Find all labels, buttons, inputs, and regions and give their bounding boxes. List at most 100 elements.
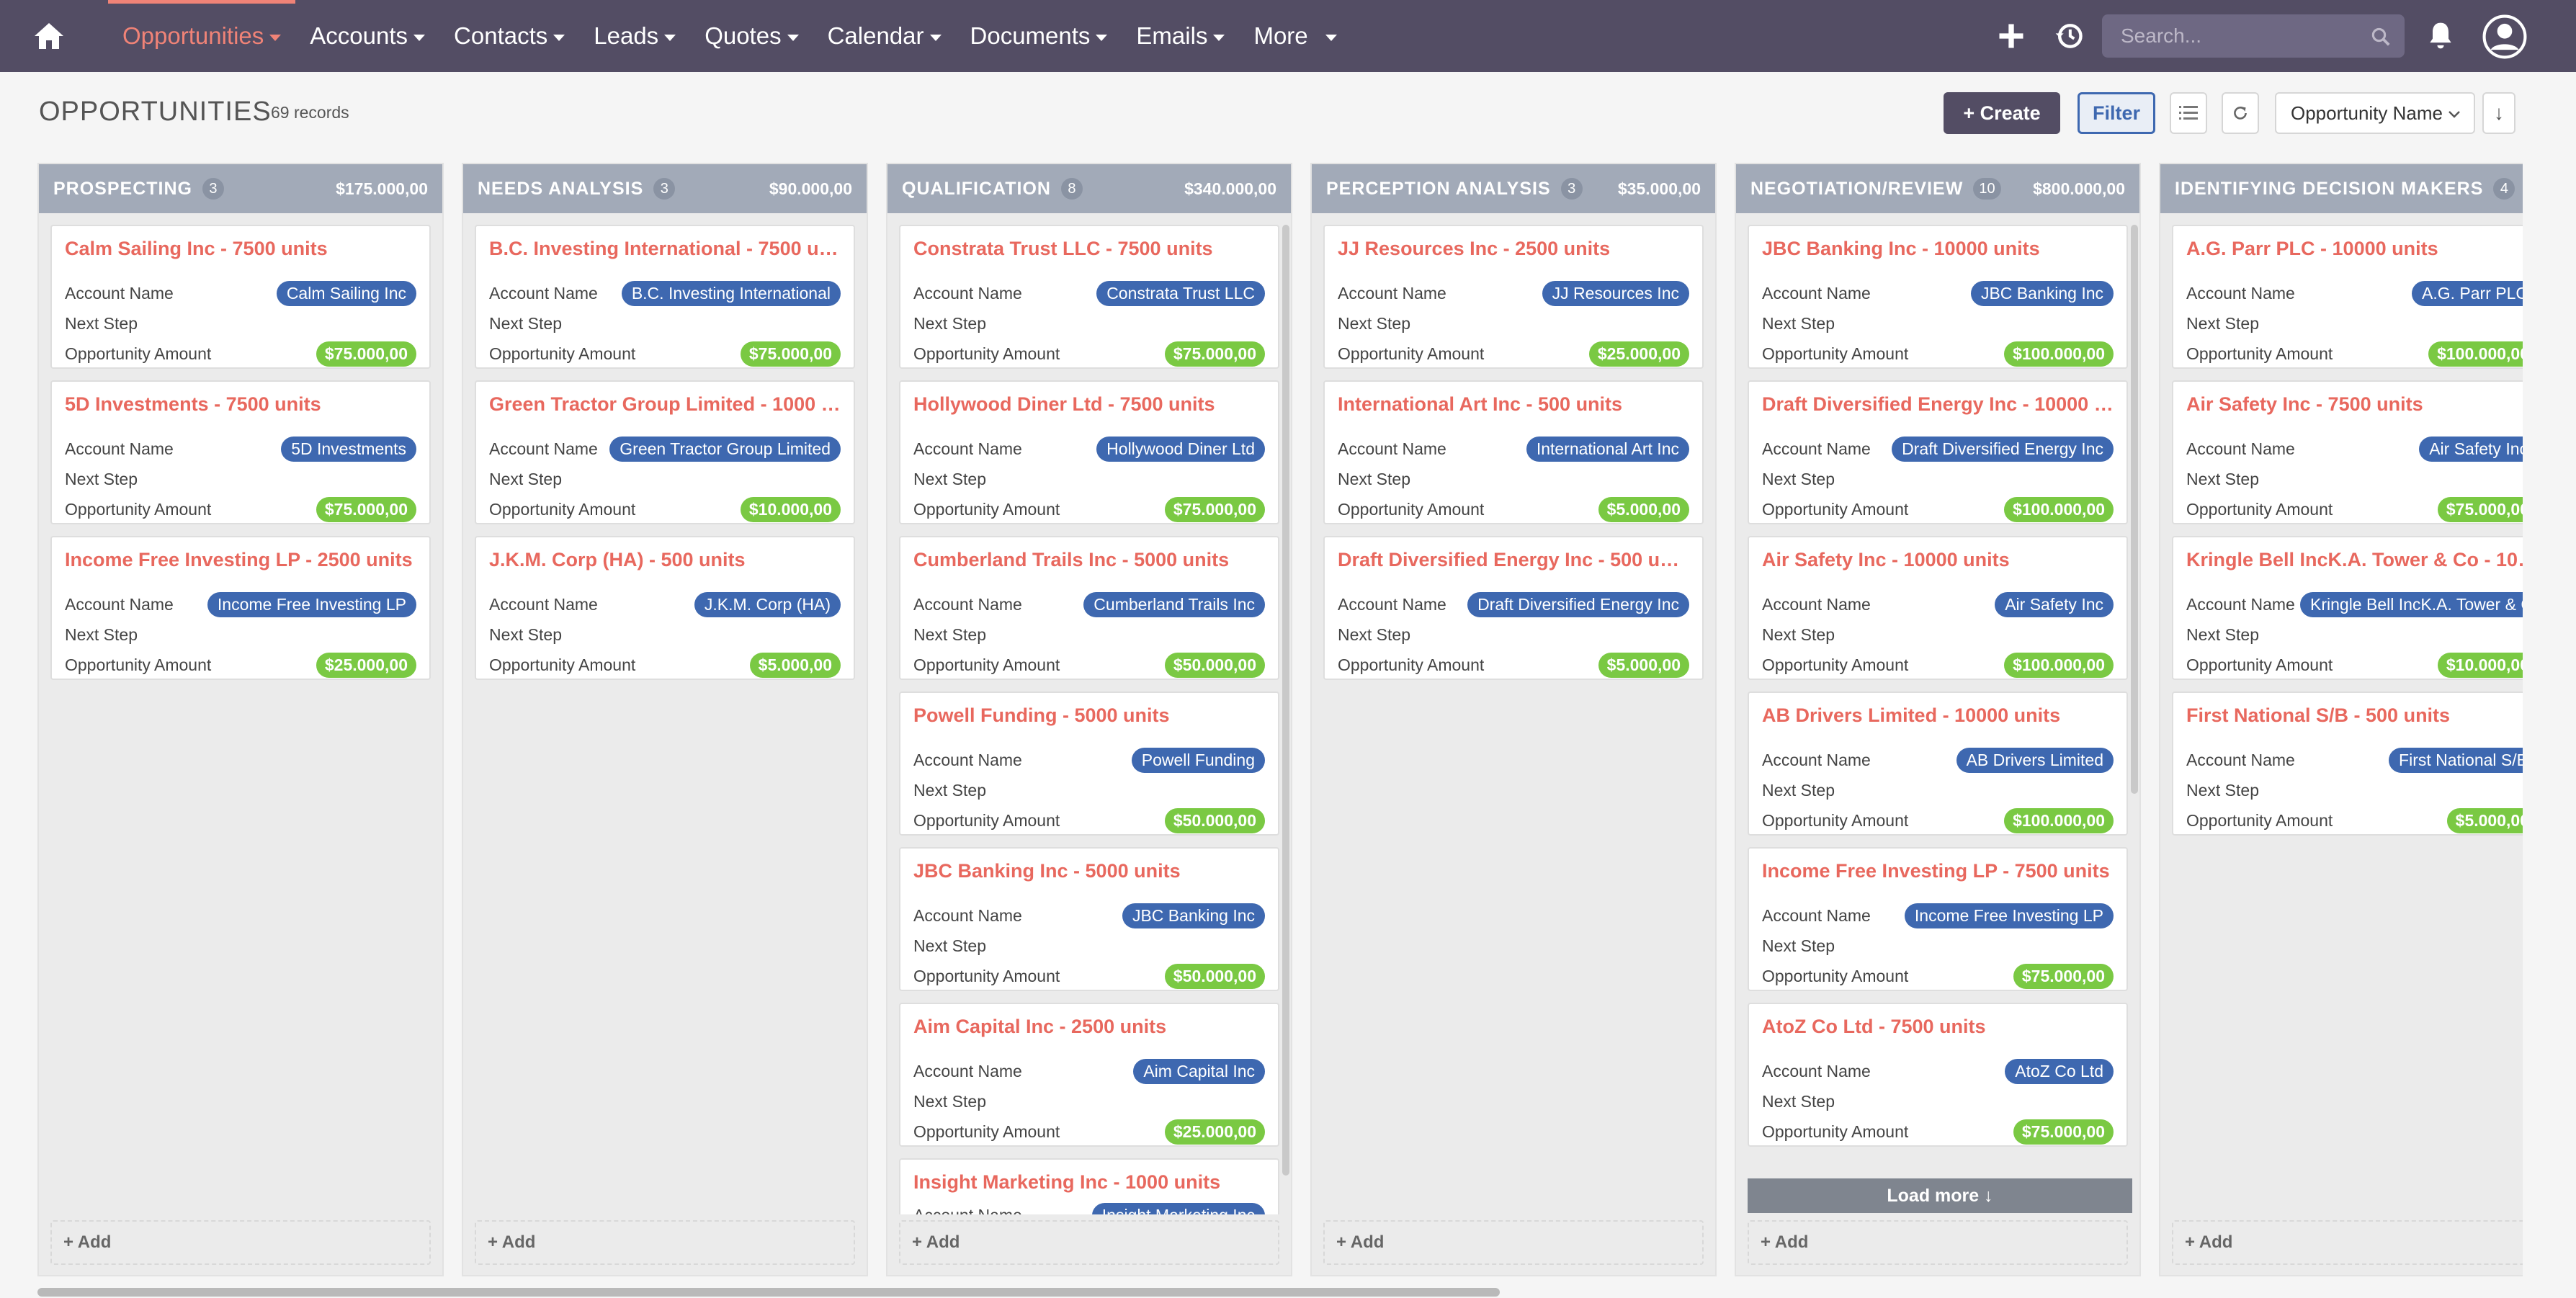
card-title-link[interactable]: Green Tractor Group Limited - 1000 units <box>489 393 841 416</box>
menu-leads[interactable]: Leads <box>579 0 690 72</box>
column-scrollbar[interactable] <box>1282 225 1289 1176</box>
account-pill[interactable]: A.G. Parr PLC <box>2412 280 2523 306</box>
opportunity-card[interactable]: Calm Sailing Inc - 7500 units Account Na… <box>50 225 431 369</box>
plus-icon[interactable] <box>1995 20 2027 52</box>
account-pill[interactable]: First National S/B <box>2389 747 2523 773</box>
opportunity-card[interactable]: International Art Inc - 500 units Accoun… <box>1323 380 1704 524</box>
account-pill[interactable]: J.K.M. Corp (HA) <box>694 591 841 617</box>
account-pill[interactable]: 5D Investments <box>281 436 416 462</box>
account-pill[interactable]: Hollywood Diner Ltd <box>1096 436 1265 462</box>
account-pill[interactable]: Kringle Bell IncK.A. Tower & Co <box>2300 591 2523 617</box>
menu-accounts[interactable]: Accounts <box>295 0 439 72</box>
opportunity-card[interactable]: Aim Capital Inc - 2500 units Account Nam… <box>899 1003 1279 1147</box>
create-button[interactable]: + Create <box>1944 92 2060 134</box>
menu-calendar[interactable]: Calendar <box>813 0 956 72</box>
opportunity-card[interactable]: Draft Diversified Energy Inc - 500 units… <box>1323 536 1704 680</box>
opportunity-card[interactable]: J.K.M. Corp (HA) - 500 units Account Nam… <box>475 536 855 680</box>
card-title-link[interactable]: International Art Inc - 500 units <box>1338 393 1689 416</box>
account-pill[interactable]: Air Safety Inc <box>2419 436 2523 462</box>
column-scrollbar[interactable] <box>2131 225 2138 794</box>
opportunity-card[interactable]: JBC Banking Inc - 5000 units Account Nam… <box>899 847 1279 991</box>
search-input[interactable] <box>2102 14 2361 58</box>
opportunity-card[interactable]: Air Safety Inc - 7500 units Account Name… <box>2172 380 2523 524</box>
menu-opportunities[interactable]: Opportunities <box>108 0 296 72</box>
load-more-button[interactable]: Load more ↓ <box>1748 1178 2132 1213</box>
opportunity-card[interactable]: Hollywood Diner Ltd - 7500 units Account… <box>899 380 1279 524</box>
opportunity-card[interactable]: Income Free Investing LP - 7500 units Ac… <box>1748 847 2128 991</box>
account-pill[interactable]: Green Tractor Group Limited <box>609 436 841 462</box>
menu-emails[interactable]: Emails <box>1122 0 1239 72</box>
card-title-link[interactable]: Draft Diversified Energy Inc - 10000 uni… <box>1762 393 2114 416</box>
opportunity-card[interactable]: Green Tractor Group Limited - 1000 units… <box>475 380 855 524</box>
home-icon[interactable] <box>32 19 66 53</box>
account-pill[interactable]: JBC Banking Inc <box>1122 903 1265 928</box>
opportunity-card[interactable]: AB Drivers Limited - 10000 units Account… <box>1748 691 2128 836</box>
horizontal-scrollbar[interactable] <box>37 1288 1500 1297</box>
account-pill[interactable]: AB Drivers Limited <box>1956 747 2114 773</box>
card-title-link[interactable]: Income Free Investing LP - 2500 units <box>65 549 416 571</box>
card-title-link[interactable]: AtoZ Co Ltd - 7500 units <box>1762 1016 2114 1038</box>
list-view-button[interactable] <box>2170 92 2207 134</box>
user-avatar-icon[interactable] <box>2482 14 2527 59</box>
card-title-link[interactable]: J.K.M. Corp (HA) - 500 units <box>489 549 841 571</box>
card-title-link[interactable]: Cumberland Trails Inc - 5000 units <box>913 549 1265 571</box>
account-pill[interactable]: Cumberland Trails Inc <box>1083 591 1265 617</box>
card-title-link[interactable]: Air Safety Inc - 10000 units <box>1762 549 2114 571</box>
refresh-button[interactable] <box>2222 92 2259 134</box>
opportunity-card[interactable]: Income Free Investing LP - 2500 units Ac… <box>50 536 431 680</box>
account-pill[interactable]: JJ Resources Inc <box>1542 280 1689 306</box>
account-pill[interactable]: Income Free Investing LP <box>207 591 416 617</box>
opportunity-card[interactable]: AtoZ Co Ltd - 7500 units Account Name Ato… <box>1748 1003 2128 1147</box>
account-pill[interactable]: Income Free Investing LP <box>1904 903 2114 928</box>
card-title-link[interactable]: Calm Sailing Inc - 7500 units <box>65 238 416 260</box>
card-title-link[interactable]: JJ Resources Inc - 2500 units <box>1338 238 1689 260</box>
opportunity-card[interactable]: Cumberland Trails Inc - 5000 units Accou… <box>899 536 1279 680</box>
menu-documents[interactable]: Documents <box>956 0 1122 72</box>
add-card-button[interactable]: + Add <box>2172 1220 2523 1265</box>
add-card-button[interactable]: + Add <box>1748 1220 2128 1265</box>
account-pill[interactable]: International Art Inc <box>1526 436 1689 462</box>
add-card-button[interactable]: + Add <box>1323 1220 1704 1265</box>
bell-icon[interactable] <box>2425 20 2456 52</box>
account-pill[interactable]: B.C. Investing International <box>621 280 841 306</box>
opportunity-card[interactable]: A.G. Parr PLC - 10000 units Account Name… <box>2172 225 2523 369</box>
search-icon[interactable] <box>2370 26 2392 48</box>
opportunity-card[interactable]: 5D Investments - 7500 units Account Name… <box>50 380 431 524</box>
account-pill[interactable]: Draft Diversified Energy Inc <box>1892 436 2114 462</box>
menu-more[interactable]: More <box>1239 0 1351 72</box>
opportunity-card[interactable]: Constrata Trust LLC - 7500 units Account… <box>899 225 1279 369</box>
account-pill[interactable]: Powell Funding <box>1131 747 1265 773</box>
opportunity-card[interactable]: Powell Funding - 5000 units Account Name… <box>899 691 1279 836</box>
history-icon[interactable] <box>2053 20 2085 52</box>
add-card-button[interactable]: + Add <box>899 1220 1279 1265</box>
opportunity-card[interactable]: JBC Banking Inc - 10000 units Account Na… <box>1748 225 2128 369</box>
card-title-link[interactable]: 5D Investments - 7500 units <box>65 393 416 416</box>
add-card-button[interactable]: + Add <box>475 1220 855 1265</box>
account-pill[interactable]: Air Safety Inc <box>1995 591 2114 617</box>
opportunity-card[interactable]: Kringle Bell IncK.A. Tower & Co - 1000 u… <box>2172 536 2523 680</box>
card-title-link[interactable]: Hollywood Diner Ltd - 7500 units <box>913 393 1265 416</box>
card-title-link[interactable]: Powell Funding - 5000 units <box>913 704 1265 727</box>
menu-contacts[interactable]: Contacts <box>439 0 579 72</box>
card-title-link[interactable]: AB Drivers Limited - 10000 units <box>1762 704 2114 727</box>
menu-quotes[interactable]: Quotes <box>690 0 813 72</box>
opportunity-card[interactable]: Draft Diversified Energy Inc - 10000 uni… <box>1748 380 2128 524</box>
account-pill[interactable]: Insight Marketing Inc <box>1091 1202 1265 1214</box>
opportunity-card[interactable]: JJ Resources Inc - 2500 units Account Na… <box>1323 225 1704 369</box>
card-title-link[interactable]: Constrata Trust LLC - 7500 units <box>913 238 1265 260</box>
filter-button[interactable]: Filter <box>2078 92 2155 134</box>
opportunity-card[interactable]: First National S/B - 500 units Account N… <box>2172 691 2523 836</box>
account-pill[interactable]: Draft Diversified Energy Inc <box>1467 591 1689 617</box>
card-title-link[interactable]: Draft Diversified Energy Inc - 500 units <box>1338 549 1689 571</box>
sort-direction-button[interactable]: ↓ <box>2482 92 2515 134</box>
add-card-button[interactable]: + Add <box>50 1220 431 1265</box>
sort-field-select[interactable]: Opportunity Name <box>2275 92 2475 134</box>
account-pill[interactable]: JBC Banking Inc <box>1970 280 2114 306</box>
account-pill[interactable]: AtoZ Co Ltd <box>2005 1058 2114 1084</box>
account-pill[interactable]: Constrata Trust LLC <box>1096 280 1265 306</box>
account-pill[interactable]: Calm Sailing Inc <box>276 280 416 306</box>
card-title-link[interactable]: B.C. Investing International - 7500 unit… <box>489 238 841 260</box>
card-title-link[interactable]: JBC Banking Inc - 10000 units <box>1762 238 2114 260</box>
opportunity-card[interactable]: B.C. Investing International - 7500 unit… <box>475 225 855 369</box>
card-title-link[interactable]: Income Free Investing LP - 7500 units <box>1762 860 2114 882</box>
